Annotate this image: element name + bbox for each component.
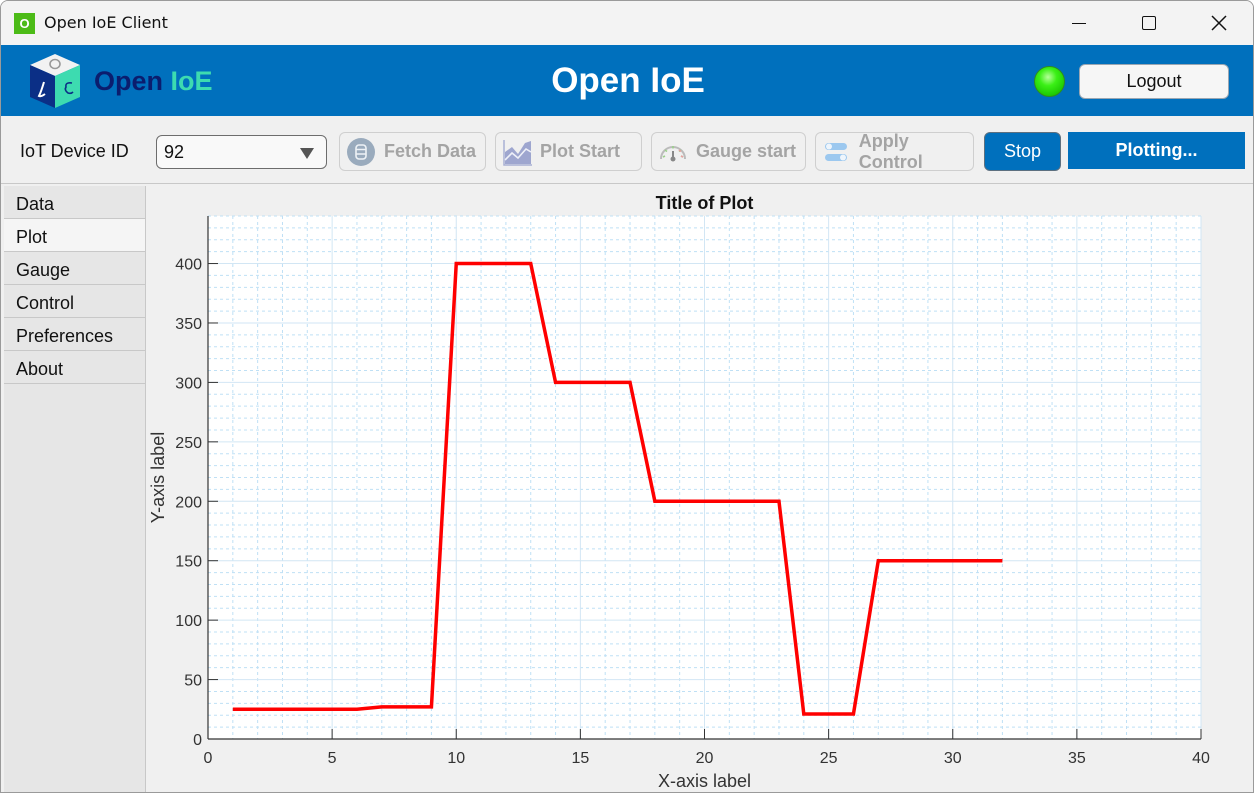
minimize-button[interactable] [1044, 1, 1114, 45]
chevron-down-icon [300, 148, 314, 159]
x-tick-label: 35 [1068, 750, 1086, 767]
y-tick-label: 0 [193, 732, 202, 749]
x-tick-label: 5 [328, 750, 337, 767]
x-tick-label: 15 [571, 750, 589, 767]
gauge-start-label: Gauge start [696, 141, 797, 161]
x-tick-label: 40 [1192, 750, 1210, 767]
x-tick-label: 30 [944, 750, 962, 767]
device-id-value: 92 [164, 142, 185, 162]
sidebar-tab-data[interactable]: Data [4, 186, 145, 219]
app-window: O Open IoE Client Open IoE Open IoE Logo… [0, 0, 1254, 793]
sidebar-tab-control[interactable]: Control [4, 285, 145, 318]
device-id-label: IoT Device ID [20, 141, 129, 161]
line-chart: 0 5 10 15 20 25 30 35 40 0 50 100 150 200 250 300 350 40… [148, 215, 1210, 791]
fetch-data-label: Fetch Data [384, 141, 477, 161]
x-tick-label: 0 [204, 750, 213, 767]
x-axis-label: X-axis label [658, 771, 751, 791]
close-icon [1211, 15, 1227, 31]
x-tick-label: 25 [820, 750, 838, 767]
y-tick-label: 200 [175, 494, 202, 511]
toggle-switch-icon [822, 137, 851, 167]
title-bar: O Open IoE Client [1, 1, 1253, 45]
page-title: Open IoE [551, 61, 705, 100]
fetch-data-button[interactable]: Fetch Data [339, 132, 486, 171]
sidebar-tab-plot[interactable]: Plot [4, 219, 145, 252]
sidebar-tabs: Data Plot Gauge Control Preferences Abou… [4, 186, 146, 792]
header-bar: Open IoE Open IoE Logout [1, 45, 1253, 116]
y-axis-label: Y-axis label [148, 432, 168, 523]
y-tick-label: 100 [175, 613, 202, 630]
maximize-button[interactable] [1114, 1, 1184, 45]
stop-button[interactable]: Stop [984, 132, 1061, 171]
close-button[interactable] [1184, 1, 1253, 45]
y-tick-label: 400 [175, 257, 202, 274]
x-tick-label: 10 [447, 750, 465, 767]
plot-start-button[interactable]: Plot Start [495, 132, 642, 171]
database-icon [346, 137, 376, 167]
y-tick-label: 150 [175, 554, 202, 571]
y-tick-label: 350 [175, 316, 202, 333]
apply-control-button[interactable]: Apply Control [815, 130, 974, 172]
x-tick-label: 20 [696, 750, 714, 767]
plot-start-label: Plot Start [540, 141, 621, 161]
area-chart-icon [502, 137, 532, 167]
y-tick-label: 50 [184, 673, 202, 690]
plotting-status-badge: Plotting... [1068, 132, 1245, 169]
apply-control-label: Apply Control [858, 130, 923, 172]
window-title: Open IoE Client [44, 13, 168, 32]
status-led-icon [1034, 66, 1065, 97]
sidebar-tab-about[interactable]: About [4, 351, 145, 384]
sidebar-tab-preferences[interactable]: Preferences [4, 318, 145, 351]
sidebar-tab-gauge[interactable]: Gauge [4, 252, 145, 285]
minimize-icon [1072, 22, 1086, 24]
app-icon: O [14, 13, 35, 34]
y-tick-label: 250 [175, 435, 202, 452]
device-id-dropdown[interactable]: 92 [156, 135, 327, 169]
logout-button[interactable]: Logout [1079, 64, 1229, 99]
gauge-icon [658, 137, 688, 167]
toolbar: IoT Device ID 92 Fetch Data Plot Start G… [1, 116, 1253, 184]
maximize-icon [1142, 16, 1156, 30]
gauge-start-button[interactable]: Gauge start [651, 132, 806, 171]
y-tick-label: 300 [175, 375, 202, 392]
